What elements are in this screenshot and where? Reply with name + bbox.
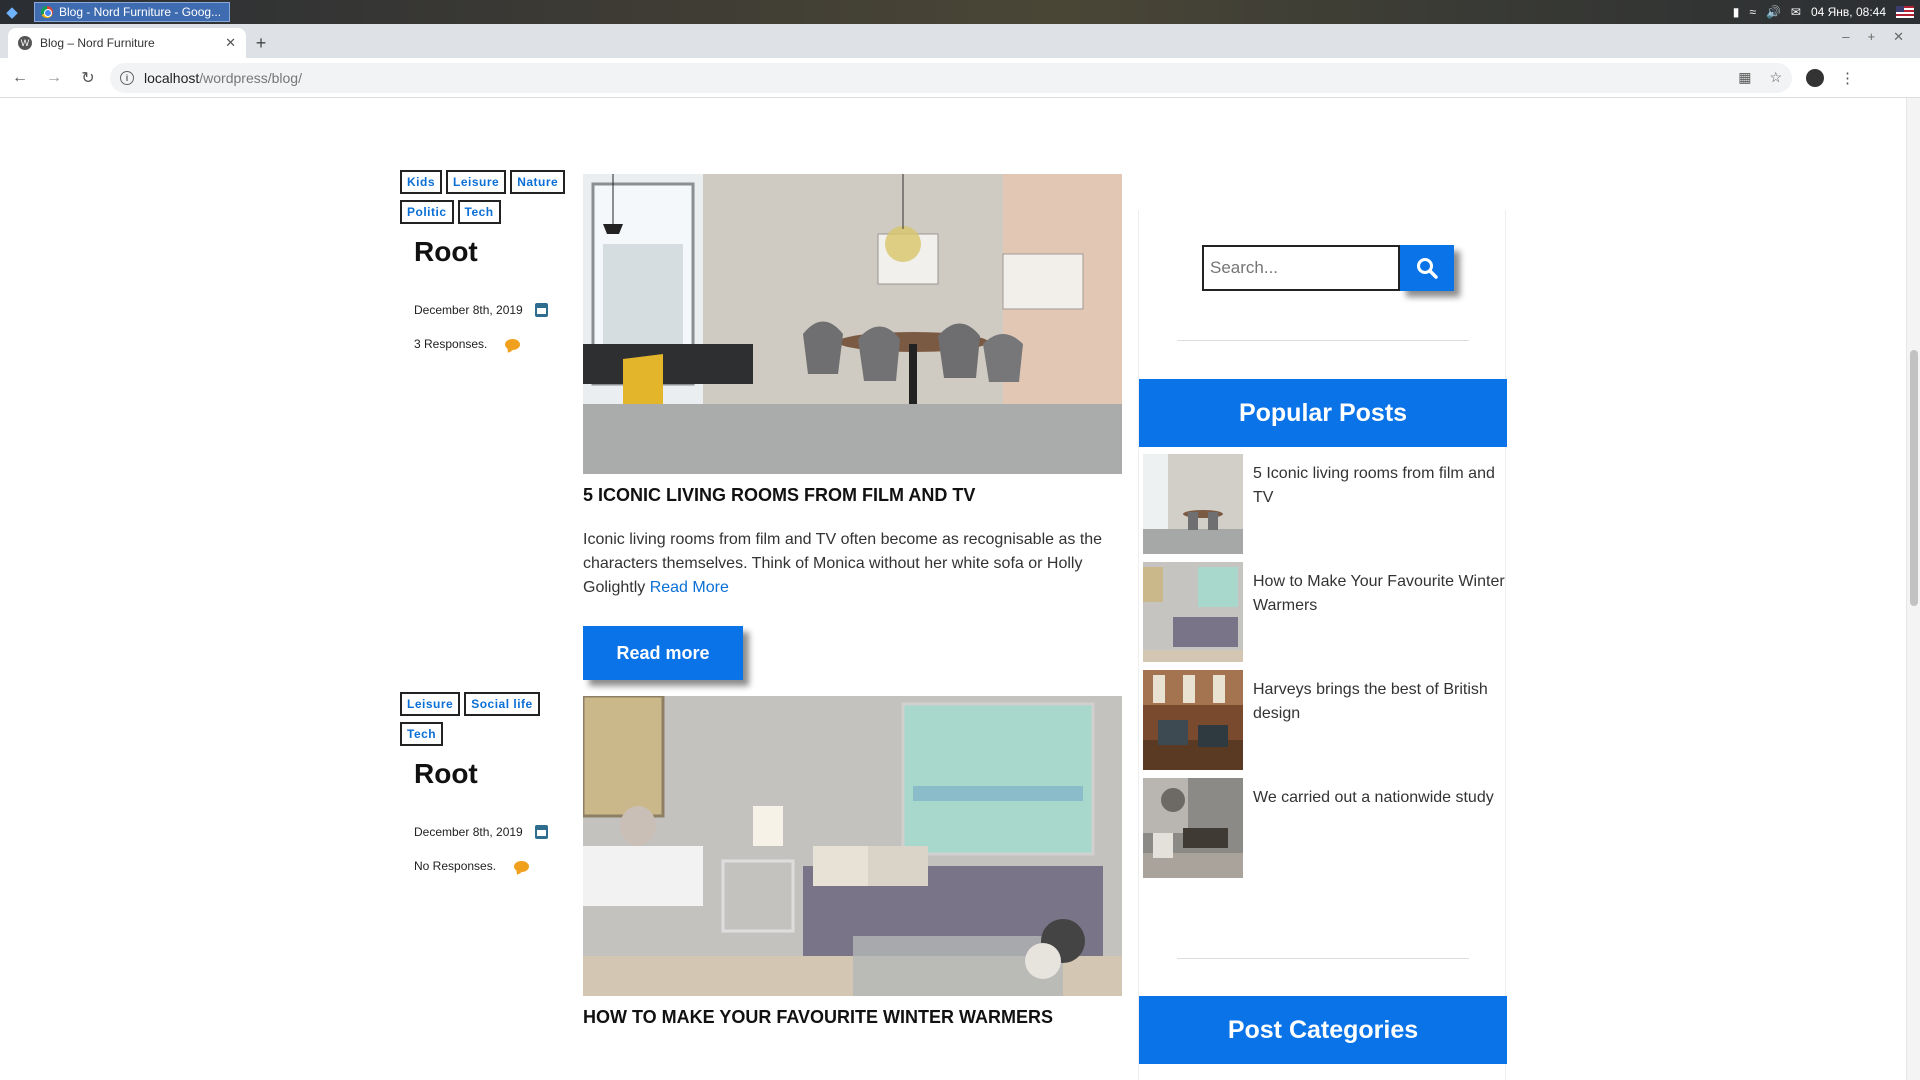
dining-room-thumbnail [1143, 454, 1243, 554]
popular-post-thumbnail[interactable] [1143, 562, 1243, 662]
close-tab-icon[interactable]: ✕ [225, 35, 236, 51]
read-more-button[interactable]: Read more [583, 626, 743, 680]
popular-post-thumbnail[interactable] [1143, 778, 1243, 878]
tag-link[interactable]: Social life [464, 692, 540, 716]
popular-post-title[interactable]: 5 Iconic living rooms from film and TV [1253, 462, 1507, 510]
post-author[interactable]: Root [414, 758, 478, 790]
read-more-link[interactable]: Read More [650, 579, 729, 596]
site-info-icon[interactable]: i [120, 70, 134, 85]
translate-icon[interactable]: ▦ [1738, 69, 1751, 86]
browser-tab[interactable]: W Blog – Nord Furniture ✕ [8, 28, 246, 58]
url-text[interactable]: localhost/wordpress/blog/ [144, 70, 302, 86]
browser-tab-strip: W Blog – Nord Furniture ✕ + – + ✕ [0, 24, 1920, 58]
living-room-photo [583, 696, 1122, 996]
comment-bubble-icon [505, 338, 521, 350]
volume-icon[interactable]: 🔊 [1766, 5, 1781, 19]
web-page: Kids Leisure Nature Politic Tech Root De… [0, 98, 1906, 1080]
page-scrollbar[interactable] [1906, 98, 1920, 1080]
post-tags: Leisure Social life Tech [400, 692, 572, 746]
taskbar-window-title: Blog - Nord Furniture - Goog... [59, 5, 222, 19]
os-taskbar: ◆ Blog - Nord Furniture - Goog... ▮ ≈ 🔊 … [0, 0, 1920, 24]
dining-room-photo [583, 174, 1122, 474]
popular-post-title[interactable]: Harveys brings the best of British desig… [1253, 678, 1507, 726]
window-controls: – + ✕ [1842, 29, 1920, 53]
post-featured-image[interactable] [583, 696, 1122, 996]
reload-icon[interactable]: ↻ [74, 68, 102, 88]
post-date: December 8th, 2019 [414, 303, 548, 317]
wordpress-favicon-icon: W [18, 36, 32, 50]
url-path: /wordpress/blog/ [199, 69, 302, 86]
minimize-icon[interactable]: – [1842, 29, 1849, 45]
tag-link[interactable]: Leisure [446, 170, 507, 194]
popular-post-title[interactable]: How to Make Your Favourite Winter Warmer… [1253, 570, 1507, 618]
post-author[interactable]: Root [414, 236, 478, 268]
maximize-icon[interactable]: + [1868, 29, 1876, 45]
new-tab-button[interactable]: + [246, 28, 276, 58]
back-arrow-icon[interactable]: ← [6, 69, 34, 87]
restaurant-interior-thumbnail [1143, 670, 1243, 770]
post-categories-heading: Post Categories [1139, 996, 1507, 1064]
scrollbar-thumb[interactable] [1910, 350, 1918, 606]
post-featured-image[interactable] [583, 174, 1122, 474]
clock[interactable]: 04 Янв, 08:44 [1811, 5, 1886, 19]
tag-link[interactable]: Kids [400, 170, 443, 194]
post-title[interactable]: 5 ICONIC LIVING ROOMS FROM FILM AND TV [583, 485, 975, 506]
popular-post-item[interactable]: How to Make Your Favourite Winter Warmer… [1143, 562, 1507, 662]
popular-post-item[interactable]: 5 Iconic living rooms from film and TV [1143, 454, 1507, 554]
tag-link[interactable]: Leisure [400, 692, 461, 716]
post-responses: 3 Responses. [414, 337, 521, 351]
popular-post-title[interactable]: We carried out a nationwide study [1253, 786, 1507, 810]
profile-avatar-icon[interactable] [1806, 68, 1824, 87]
start-menu-icon[interactable]: ◆ [0, 0, 24, 24]
post-title[interactable]: HOW TO MAKE YOUR FAVOURITE WINTER WARMER… [583, 1007, 1053, 1028]
battery-icon[interactable]: ▮ [1733, 5, 1740, 19]
popular-post-thumbnail[interactable] [1143, 454, 1243, 554]
taskbar-window-button[interactable]: Blog - Nord Furniture - Goog... [34, 2, 230, 22]
tag-link[interactable]: Politic [400, 200, 454, 224]
blog-post: Kids Leisure Nature Politic Tech Root De… [400, 170, 1122, 680]
post-excerpt: Iconic living rooms from film and TV oft… [583, 528, 1122, 600]
post-date-text: December 8th, 2019 [414, 303, 523, 317]
blog-post: Leisure Social life Tech Root December 8… [400, 692, 1122, 1080]
search-icon [1417, 258, 1438, 279]
search-form [1202, 245, 1454, 291]
living-room-thumbnail [1143, 562, 1243, 662]
system-tray: ▮ ≈ 🔊 ✉ 04 Янв, 08:44 [1733, 5, 1920, 19]
tag-link[interactable]: Tech [457, 200, 501, 224]
url-host: localhost [144, 69, 200, 86]
mail-icon[interactable]: ✉ [1791, 5, 1801, 19]
wifi-icon[interactable]: ≈ [1749, 5, 1756, 19]
tab-title: Blog – Nord Furniture [40, 36, 155, 50]
popular-posts-heading: Popular Posts [1139, 379, 1507, 447]
forward-arrow-icon[interactable]: → [40, 69, 68, 87]
divider [1177, 958, 1469, 959]
chrome-menu-icon[interactable]: ⋮ [1840, 69, 1855, 87]
calendar-icon [534, 303, 548, 317]
lounge-thumbnail [1143, 778, 1243, 878]
tag-link[interactable]: Nature [510, 170, 566, 194]
comment-bubble-icon [514, 860, 530, 872]
chrome-icon [41, 6, 53, 18]
tag-link[interactable]: Tech [400, 722, 444, 746]
sidebar: Popular Posts 5 Iconic living rooms from… [1138, 210, 1507, 1080]
popular-post-thumbnail[interactable] [1143, 670, 1243, 770]
post-date-text: December 8th, 2019 [414, 825, 523, 839]
bookmark-star-icon[interactable]: ☆ [1769, 69, 1782, 86]
divider [1177, 340, 1469, 341]
responses-text[interactable]: 3 Responses. [414, 337, 487, 351]
popular-post-item[interactable]: Harveys brings the best of British desig… [1143, 670, 1507, 770]
post-responses: No Responses. [414, 859, 530, 873]
keyboard-layout-flag-icon[interactable] [1896, 6, 1914, 18]
post-tags: Kids Leisure Nature Politic Tech [400, 170, 572, 224]
address-bar[interactable]: i localhost/wordpress/blog/ ▦ ☆ [110, 62, 1792, 93]
search-input[interactable] [1202, 245, 1400, 291]
calendar-icon [534, 825, 548, 839]
browser-toolbar: ← → ↻ i localhost/wordpress/blog/ ▦ ☆ ⋮ [0, 58, 1920, 98]
popular-post-item[interactable]: We carried out a nationwide study [1143, 778, 1507, 878]
responses-text[interactable]: No Responses. [414, 859, 496, 873]
post-date: December 8th, 2019 [414, 825, 548, 839]
close-window-icon[interactable]: ✕ [1893, 29, 1904, 45]
search-button[interactable] [1400, 245, 1454, 291]
